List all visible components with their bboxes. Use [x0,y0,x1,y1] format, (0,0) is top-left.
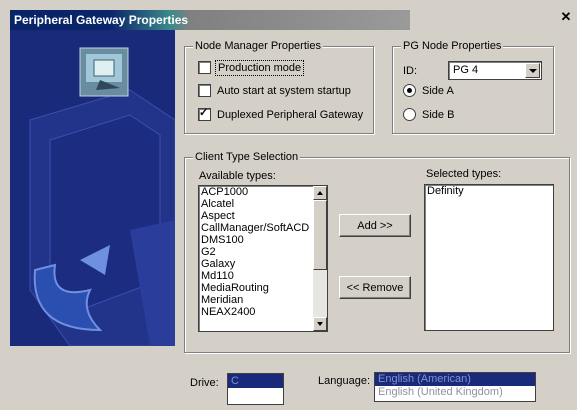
pg-id-value: PG 4 [453,64,479,76]
production-mode-checkbox[interactable]: Production mode [198,59,305,76]
drive-selector[interactable]: C [227,373,284,405]
list-item[interactable]: Aspect [199,210,327,222]
window-title: Peripheral Gateway Properties [14,13,189,27]
auto-start-checkbox[interactable]: Auto start at system startup [198,84,351,97]
list-item[interactable]: Galaxy [199,258,327,270]
selected-items: Definity [425,185,553,197]
available-types-label: Available types: [199,170,276,182]
language-list[interactable]: English (American) English (United Kingd… [374,372,536,402]
duplexed-checkbox[interactable]: ✓ Duplexed Peripheral Gateway [198,107,364,121]
list-item[interactable]: NEAX2400 [199,306,327,318]
pg-node-group-label: PG Node Properties [401,40,504,52]
drive-value: C [228,374,283,388]
list-item[interactable]: MediaRouting [199,282,327,294]
list-item[interactable]: Md110 [199,270,327,282]
client-type-group-label: Client Type Selection [193,151,301,163]
duplexed-label: Duplexed Peripheral Gateway [217,108,364,121]
remove-button[interactable]: << Remove [339,276,411,299]
list-item[interactable]: CallManager/SoftACD [199,222,327,234]
auto-start-label: Auto start at system startup [217,84,351,97]
computer-illustration-icon [10,30,175,346]
scroll-up-icon[interactable] [313,186,327,200]
side-a-radio-circle[interactable] [403,84,416,97]
side-a-radio[interactable]: Side A [403,84,454,97]
properties-window: Peripheral Gateway Properties ✕ Node Man… [0,0,577,410]
scroll-down-icon[interactable] [313,317,327,331]
duplexed-box[interactable]: ✓ [198,107,211,121]
list-item[interactable]: G2 [199,246,327,258]
list-item[interactable]: ACP1000 [199,186,327,198]
available-types-list[interactable]: ACP1000 Alcatel Aspect CallManager/SoftACD D… [198,185,328,332]
language-selected[interactable]: English (American) [375,373,535,386]
auto-start-box[interactable] [198,84,211,97]
side-b-radio[interactable]: Side B [403,108,454,121]
selected-types-label: Selected types: [426,168,502,180]
production-mode-label: Production mode [214,59,305,76]
list-item[interactable]: DMS100 [199,234,327,246]
list-item[interactable]: Alcatel [199,198,327,210]
scroll-thumb[interactable] [313,200,327,270]
available-items: ACP1000 Alcatel Aspect CallManager/SoftACD D… [199,186,327,318]
list-item[interactable]: Definity [425,185,553,197]
close-icon[interactable]: ✕ [559,10,573,24]
production-mode-box[interactable] [198,61,211,74]
check-mark-icon: ✓ [199,107,209,119]
list-item[interactable]: Meridian [199,294,327,306]
language-label: Language: [318,375,370,387]
node-manager-group-label: Node Manager Properties [193,40,323,52]
title-bar[interactable]: Peripheral Gateway Properties [10,10,410,30]
side-a-label: Side A [422,84,454,97]
drive-label: Drive: [190,377,219,389]
pg-id-dropdown[interactable]: PG 4 [448,61,542,80]
chevron-down-icon[interactable] [525,63,540,78]
side-b-label: Side B [422,108,455,121]
pg-id-label: ID: [403,65,418,77]
selected-types-list[interactable]: Definity [424,184,554,331]
side-b-radio-circle[interactable] [403,108,416,121]
side-banner [10,30,175,346]
available-scrollbar[interactable] [313,186,327,331]
add-button[interactable]: Add >> [339,214,411,237]
language-option[interactable]: English (United Kingdom) [375,386,535,399]
